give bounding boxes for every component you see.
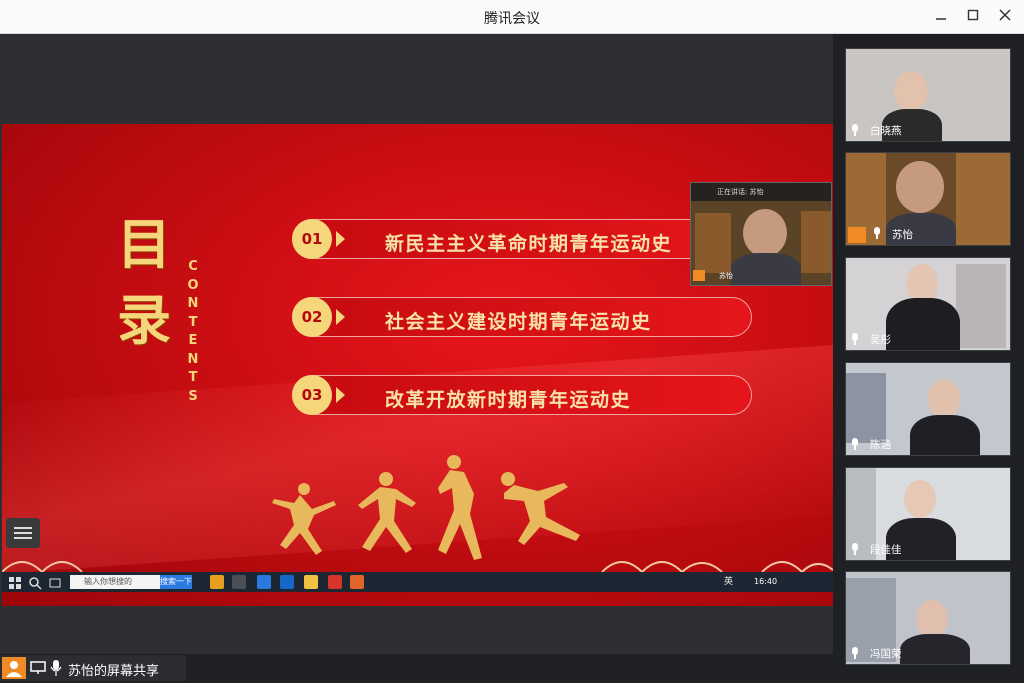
participant-tile-6[interactable]: 冯国荣 [845,571,1011,665]
menu-item-text: 社会主义建设时期青年运动史 [385,311,652,333]
participant-name: 段佳佳 [870,544,902,556]
app-icon-2[interactable] [232,575,246,589]
participant-tile-5[interactable]: 段佳佳 [845,467,1011,561]
participant-tile-1[interactable]: 白晓燕 [845,48,1011,142]
participant-face [916,600,948,638]
slide-title-char-1: 目 [117,212,171,276]
input-method-indicator[interactable]: 英 [724,575,733,589]
arrow-right-icon [336,231,345,247]
taskbar-search-button[interactable]: 搜索一下 [160,575,192,589]
shared-screen-area: 目 录 CONTENTS 01 新民主主义革命时期青年运动史 02 社会主义建设… [0,34,833,654]
participant-tile-2[interactable]: 苏怡 [845,152,1011,246]
app-icon-6[interactable] [350,575,364,589]
windows-start-icon[interactable] [8,575,22,589]
folder-icon[interactable] [304,575,318,589]
menu-item-03: 03 改革开放新时期青年运动史 [292,375,752,415]
participant-face [928,379,960,419]
menu-item-number: 02 [292,297,332,337]
slide-title-char-2: 录 [117,288,171,352]
participant-name: 白晓燕 [870,125,902,137]
app-icon-4[interactable] [280,575,294,589]
participant-tile-4[interactable]: 陈涵 [845,362,1011,456]
participant-face [896,161,944,213]
screen-share-indicator[interactable]: 苏怡的屏幕共享 [0,655,186,681]
search-icon[interactable] [28,575,42,590]
taskbar-search-input[interactable]: 输入你想搜的 [70,575,160,589]
menu-item-number: 03 [292,375,332,415]
title-bar: 腾讯会议 [0,0,1024,34]
menu-item-02: 02 社会主义建设时期青年运动史 [292,297,752,337]
taskbar-clock: 16:40 [754,577,778,586]
participant-face [894,71,928,111]
bottom-status-bar: 苏怡的屏幕共享 [0,654,833,683]
participant-tile-3[interactable]: 吴彤 [845,257,1011,351]
app-icon-3[interactable] [257,575,271,589]
speaking-indicator: 正在讲话: 苏怡 [691,183,831,201]
meeting-window: 腾讯会议 目 录 CONTENTS 01 新民主主义革命时期青年运动史 02 社… [0,0,1024,683]
arrow-right-icon [336,387,345,403]
shared-windows-taskbar: 输入你想搜的 搜索一下 英 16:40 [2,572,833,592]
host-icon [848,227,866,243]
task-view-icon[interactable] [48,575,62,589]
participant-name: 苏怡 [892,229,913,241]
contents-label: CONTENTS [187,259,199,404]
participant-name: 陈涵 [870,439,891,451]
maximize-button[interactable] [962,6,984,28]
window-title: 腾讯会议 [484,11,540,27]
minimize-icon [936,18,946,20]
close-button[interactable] [994,6,1016,28]
menu-item-01: 01 新民主主义革命时期青年运动史 [292,219,752,259]
user-avatar-icon [2,657,26,679]
active-speaker-pip[interactable]: 正在讲话: 苏怡 苏怡 [690,182,832,286]
participant-name: 吴彤 [870,334,891,346]
microphone-icon [50,660,62,676]
menu-item-text: 改革开放新时期青年运动史 [385,389,632,411]
speaker-face [743,209,787,257]
menu-item-number: 01 [292,219,332,259]
screen-share-icon [30,661,46,674]
slide-title: 目 录 [112,206,176,358]
slide-menu-button[interactable] [6,518,40,548]
screen-share-label: 苏怡的屏幕共享 [68,664,160,679]
pip-name: 苏怡 [719,272,733,280]
athlete-silhouette-4 [501,472,580,545]
arrow-right-icon [336,309,345,325]
close-icon [999,9,1011,21]
maximize-icon [967,9,979,21]
app-icon-5[interactable] [328,575,342,589]
app-icon-1[interactable] [210,575,224,589]
menu-item-text: 新民主主义革命时期青年运动史 [385,233,673,255]
minimize-button[interactable] [930,6,952,28]
participant-face [904,480,936,518]
participant-name: 冯国荣 [870,648,902,660]
